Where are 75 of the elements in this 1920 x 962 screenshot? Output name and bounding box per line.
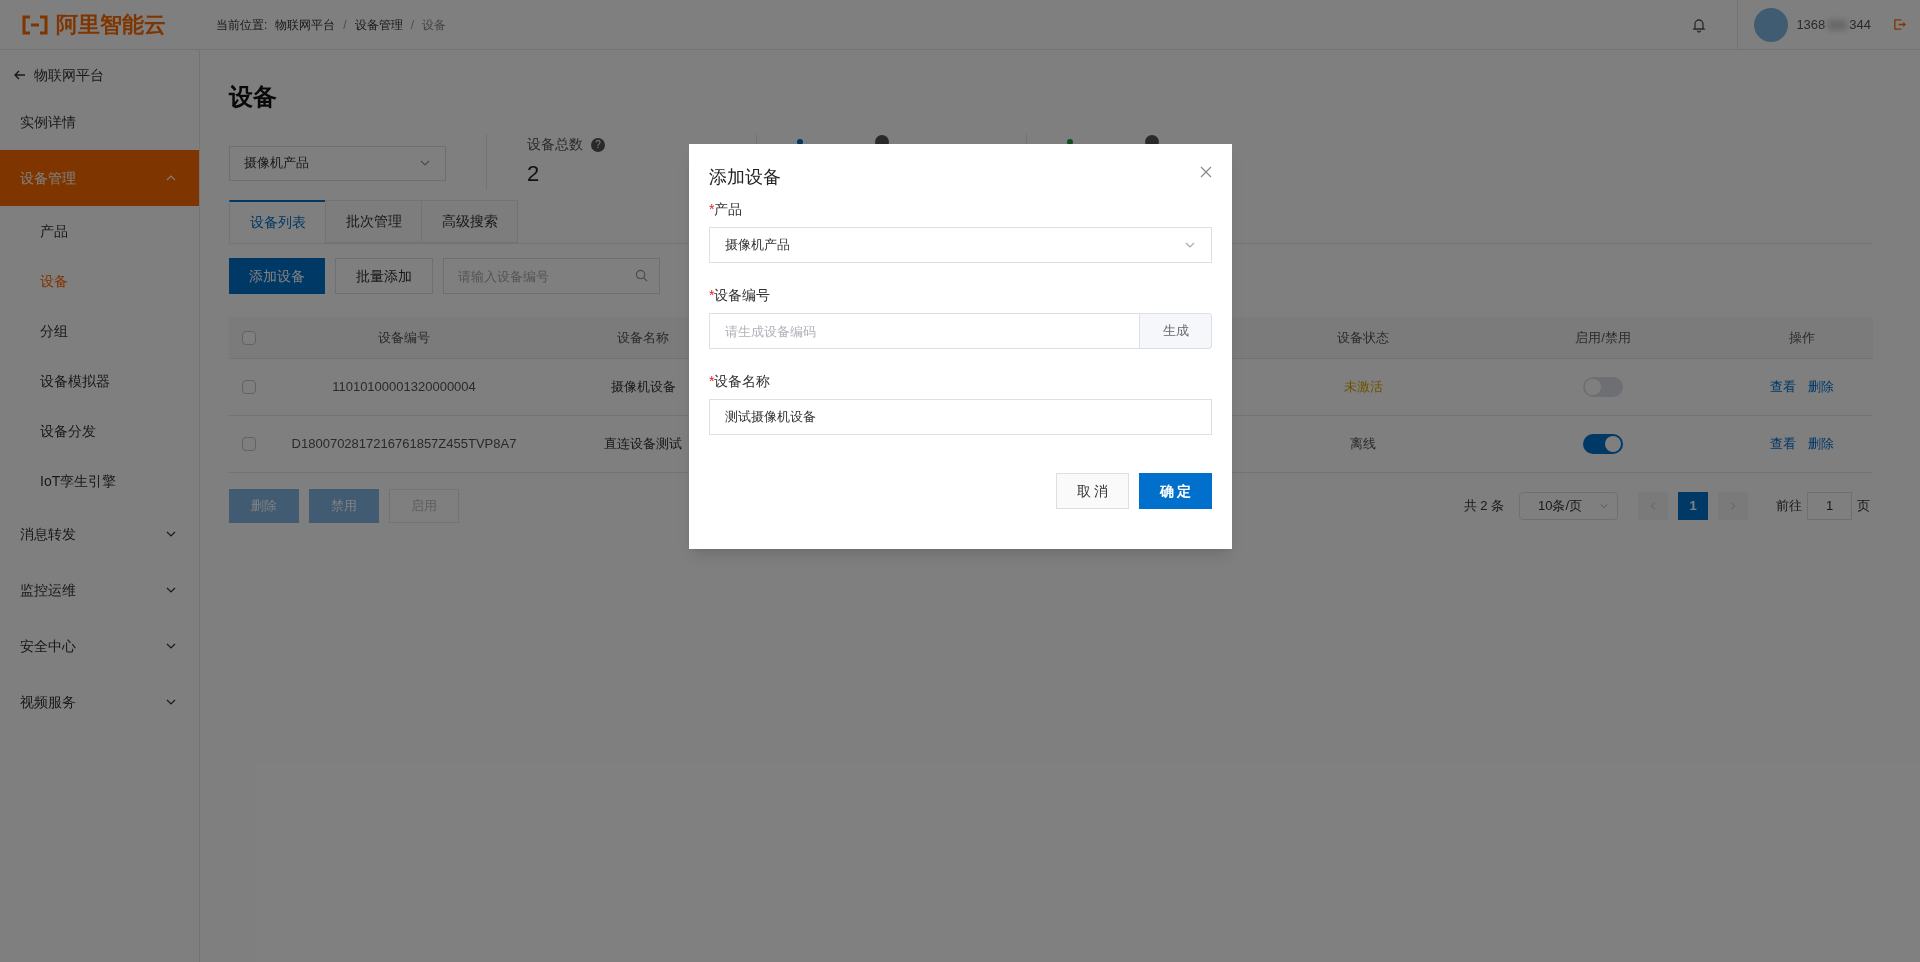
column-header: 启用/禁用 — [1575, 328, 1631, 347]
product-select[interactable]: 摄像机产品 — [709, 227, 1212, 263]
page-size-select[interactable]: 10条/页 — [1519, 492, 1618, 520]
generate-button[interactable]: 生成 — [1140, 313, 1212, 349]
goto-suffix: 页 — [1857, 497, 1870, 516]
breadcrumb-label: 当前位置: — [216, 16, 268, 34]
sidebar-item[interactable]: 设备管理 — [0, 150, 199, 206]
device-name-field[interactable]: 测试摄像机设备 — [709, 399, 1212, 435]
toolbar-button[interactable]: 添加设备 — [229, 258, 325, 294]
table-cell-text: 直连设备测试 — [604, 435, 682, 454]
next-page-button[interactable] — [1718, 492, 1748, 520]
sidebar-subitem[interactable]: 产品 — [0, 206, 199, 256]
dialog-button[interactable]: 确 定 — [1139, 473, 1212, 509]
logout-icon[interactable] — [1893, 18, 1906, 31]
toolbar-button[interactable]: 批量添加 — [335, 258, 433, 294]
field-label: *设备名称 — [709, 372, 772, 391]
help-icon[interactable]: ? — [591, 137, 605, 152]
breadcrumb-separator: / — [343, 16, 347, 34]
field-label: *产品 — [709, 200, 744, 219]
stat-value: 2 — [527, 160, 541, 188]
table-cell-text: 11010100001320000004 — [332, 378, 476, 397]
stat-label: 设备总数 — [527, 135, 583, 154]
breadcrumb-item[interactable]: 物联网平台 — [275, 15, 336, 34]
sidebar-item[interactable]: 消息转发 — [0, 506, 199, 562]
column-header: 设备名称 — [617, 328, 669, 347]
user-phone: 1368 344 — [1796, 15, 1871, 34]
action-link[interactable]: 查看 — [1769, 377, 1796, 397]
table-cell-text: D1800702817216761857Z455TVP8A7 — [291, 435, 517, 454]
chevron-icon — [1599, 501, 1609, 511]
sidebar-subitem[interactable]: 分组 — [0, 306, 199, 356]
action-link[interactable]: 删除 — [1807, 377, 1834, 397]
breadcrumb-separator: / — [410, 16, 415, 34]
avatar[interactable] — [1754, 7, 1789, 42]
total-count: 共 2 条 — [1463, 497, 1504, 516]
logo-icon — [20, 14, 50, 35]
breadcrumb-item: 设备 — [422, 16, 447, 34]
column-header: 操作 — [1788, 328, 1815, 347]
bell-icon[interactable] — [1691, 16, 1708, 33]
device-code-field[interactable]: 请生成设备编码 — [709, 313, 1140, 349]
goto-page-field[interactable]: 1 — [1807, 492, 1852, 520]
page-number[interactable]: 1 — [1678, 492, 1708, 520]
back-arrow-icon — [14, 69, 26, 81]
tab[interactable]: 高级搜索 — [421, 200, 518, 243]
tab[interactable]: 批次管理 — [325, 200, 422, 243]
action-link[interactable]: 查看 — [1769, 434, 1796, 454]
page-title: 设备 — [229, 82, 278, 112]
search-icon — [635, 269, 648, 282]
sidebar-item[interactable]: 安全中心 — [0, 618, 199, 674]
field-label: *设备编号 — [709, 286, 772, 305]
sidebar-subitem[interactable]: IoT孪生引擎 — [0, 456, 199, 506]
dialog-title: 添加设备 — [709, 166, 781, 189]
column-header: 设备编号 — [378, 328, 430, 347]
back-link[interactable]: 物联网平台 — [0, 58, 199, 92]
prev-page-button[interactable] — [1638, 492, 1668, 520]
logo-text: 阿里智能云 — [56, 11, 166, 39]
column-header: 设备状态 — [1337, 328, 1389, 347]
breadcrumb-item[interactable]: 设备管理 — [354, 15, 403, 34]
goto-label: 前往 — [1776, 497, 1802, 516]
dialog-button[interactable]: 取 消 — [1056, 473, 1129, 509]
table-cell-text: 摄像机设备 — [610, 378, 676, 397]
action-link[interactable]: 删除 — [1807, 434, 1834, 454]
product-select[interactable]: 摄像机产品 — [229, 145, 446, 181]
sidebar-subitem[interactable]: 设备模拟器 — [0, 356, 199, 406]
status-text: 未激活 — [1343, 378, 1383, 397]
sidebar-item[interactable]: 视频服务 — [0, 674, 199, 730]
status-text: 离线 — [1350, 435, 1376, 454]
sidebar-item[interactable]: 实例详情 — [0, 94, 199, 150]
close-icon[interactable] — [1200, 166, 1212, 178]
checkbox[interactable] — [242, 380, 256, 394]
checkbox[interactable] — [242, 437, 256, 451]
sidebar-subitem[interactable]: 设备分发 — [0, 406, 199, 456]
checkbox[interactable] — [242, 330, 256, 345]
sidebar-item[interactable]: 监控运维 — [0, 562, 199, 618]
tab[interactable]: 设备列表 — [229, 200, 326, 243]
toggle-switch[interactable] — [1583, 434, 1623, 454]
